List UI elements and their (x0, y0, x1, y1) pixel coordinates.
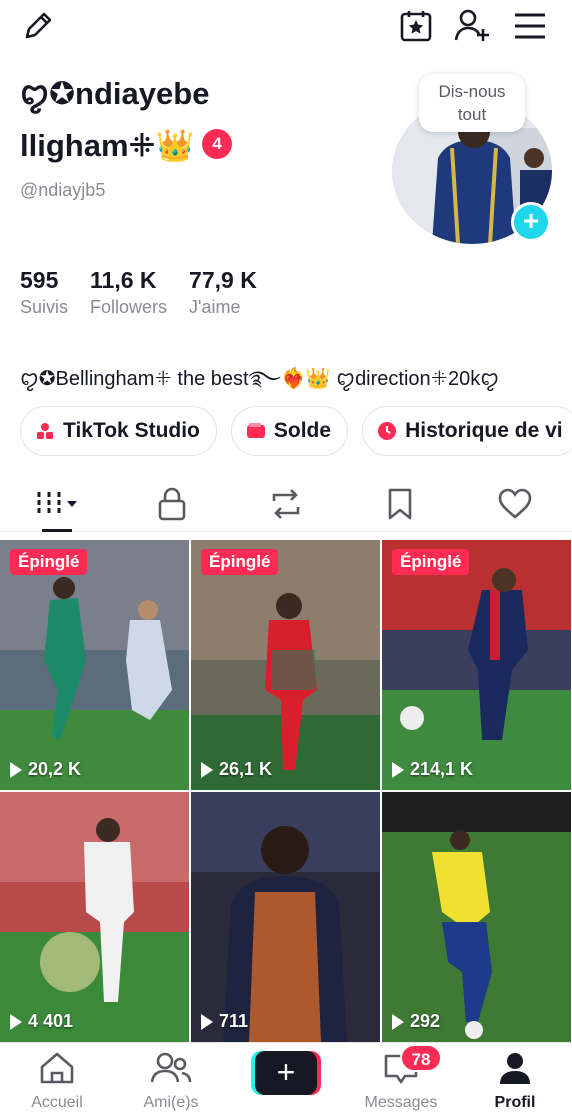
video-grid: Épinglé 20,2 K Épinglé 26,1 K Épinglé 21… (0, 540, 572, 1042)
video-thumbnail-image (191, 792, 380, 1042)
top-bar (0, 0, 572, 56)
wallet-icon (246, 421, 266, 441)
video-thumbnail[interactable]: 711 (191, 792, 380, 1042)
video-thumbnail[interactable]: 4 401 (0, 792, 189, 1042)
view-count-value: 214,1 K (410, 759, 474, 779)
tab-reposts[interactable] (229, 476, 343, 531)
play-icon (392, 1013, 404, 1030)
play-icon (10, 1013, 22, 1030)
video-thumbnail[interactable]: Épinglé 214,1 K (382, 540, 571, 790)
nav-profile[interactable]: Profil (458, 1051, 572, 1112)
chip-watch-history-label: Historique de vi (405, 419, 563, 442)
heart-icon (498, 488, 532, 519)
video-thumbnail-image (0, 792, 189, 1042)
video-thumbnail[interactable]: Épinglé 20,2 K (0, 540, 189, 790)
bubble-line2: tout (457, 105, 487, 124)
pencil-icon[interactable] (18, 6, 58, 46)
stat-followers-label: Followers (90, 297, 168, 317)
nav-home-label: Accueil (31, 1094, 83, 1111)
profile-icon (500, 1053, 530, 1084)
view-count: 711 (201, 1011, 248, 1032)
stat-following[interactable]: 595 Suivis (20, 266, 68, 320)
studio-icon (35, 421, 55, 441)
video-thumbnail-image (382, 540, 571, 790)
friends-icon (150, 1052, 192, 1083)
video-thumbnail-image (382, 792, 571, 1042)
view-count: 292 (392, 1011, 440, 1032)
repost-icon (272, 488, 300, 519)
view-count-value: 292 (410, 1011, 441, 1031)
chip-balance[interactable]: Solde (230, 406, 349, 456)
content-tabs (0, 476, 572, 532)
bookmark-icon (389, 488, 412, 519)
bio-text: ꨄ✪Bellinghamꔰ the best࿐❤️‍🔥👑 ꨄdirectionꔰ… (20, 368, 500, 390)
crown-emoji: 👑 (155, 128, 195, 163)
play-icon (392, 761, 404, 778)
nav-profile-label: Profil (494, 1094, 536, 1111)
pinned-badge: Épinglé (201, 549, 279, 575)
tab-liked[interactable] (458, 476, 572, 531)
lock-icon (158, 487, 185, 520)
view-count: 20,2 K (10, 759, 81, 780)
nav-friends[interactable]: Ami(e)s (114, 1051, 228, 1112)
calendar-star-icon[interactable] (396, 6, 436, 46)
video-thumbnail[interactable]: Épinglé 26,1 K (191, 540, 380, 790)
stat-likes-value: 77,9 K (189, 267, 257, 293)
plus-icon: + (255, 1051, 317, 1095)
stat-likes-label: J'aime (189, 297, 241, 317)
nav-messages-label: Messages (364, 1094, 438, 1111)
profile-name-line1: ꨄ✪ndiayebe (20, 76, 210, 111)
view-count-value: 711 (219, 1011, 249, 1031)
home-icon (40, 1052, 74, 1084)
stat-likes[interactable]: 77,9 K J'aime (189, 266, 257, 320)
pinned-badge: Épinglé (10, 549, 88, 575)
stats-row: 595 Suivis 11,6 K Followers 77,9 K J'aim… (20, 266, 257, 320)
view-count: 26,1 K (201, 759, 272, 780)
add-story-button[interactable]: + (511, 202, 551, 242)
profile-name-line2: llighamꔰ (20, 128, 156, 163)
chip-tiktok-studio-label: TikTok Studio (63, 419, 200, 442)
pinned-badge: Épinglé (392, 549, 470, 575)
clock-icon (377, 421, 397, 441)
nav-home[interactable]: Accueil (0, 1051, 114, 1112)
messages-badge: 78 (400, 1044, 442, 1072)
view-count: 214,1 K (392, 759, 473, 780)
profile-handle: @ndiayjb5 (20, 180, 106, 200)
stat-following-value: 595 (20, 267, 59, 293)
tab-videos[interactable] (0, 476, 114, 532)
view-count-value: 26,1 K (219, 759, 273, 779)
play-icon (201, 761, 213, 778)
stat-following-label: Suivis (20, 297, 69, 317)
view-count-value: 4 401 (28, 1011, 74, 1031)
add-user-icon[interactable] (452, 6, 492, 46)
create-button[interactable]: + (251, 1051, 321, 1095)
tab-private[interactable] (114, 476, 228, 531)
bottom-nav: Accueil Ami(e)s + Messages Profil (0, 1042, 572, 1116)
chip-tiktok-studio[interactable]: TikTok Studio (20, 406, 217, 456)
stat-followers-value: 11,6 K (90, 267, 157, 293)
video-thumbnail-image (0, 540, 189, 790)
profile-name-line2-wrap: llighamꔰ👑 4 (20, 126, 380, 166)
chip-watch-history[interactable]: Historique de vi (362, 406, 572, 456)
video-thumbnail-image (191, 540, 380, 790)
chip-balance-label: Solde (273, 419, 332, 442)
tab-favorites[interactable] (343, 476, 457, 531)
view-count: 4 401 (10, 1011, 73, 1032)
play-icon (10, 761, 22, 778)
stat-followers[interactable]: 11,6 K Followers (90, 266, 167, 320)
shortcut-chips: TikTok Studio Solde Historique de vi (20, 406, 572, 456)
video-thumbnail[interactable]: 292 (382, 792, 571, 1042)
profile-badge[interactable]: 4 (202, 128, 233, 159)
grid-icon (37, 491, 78, 516)
nav-friends-label: Ami(e)s (143, 1094, 199, 1111)
hamburger-menu-icon[interactable] (510, 6, 550, 46)
bubble-line1: Dis-nous (438, 82, 506, 101)
speech-bubble[interactable]: Dis-nous tout (419, 74, 525, 132)
view-count-value: 20,2 K (28, 759, 82, 779)
play-icon (201, 1013, 213, 1030)
